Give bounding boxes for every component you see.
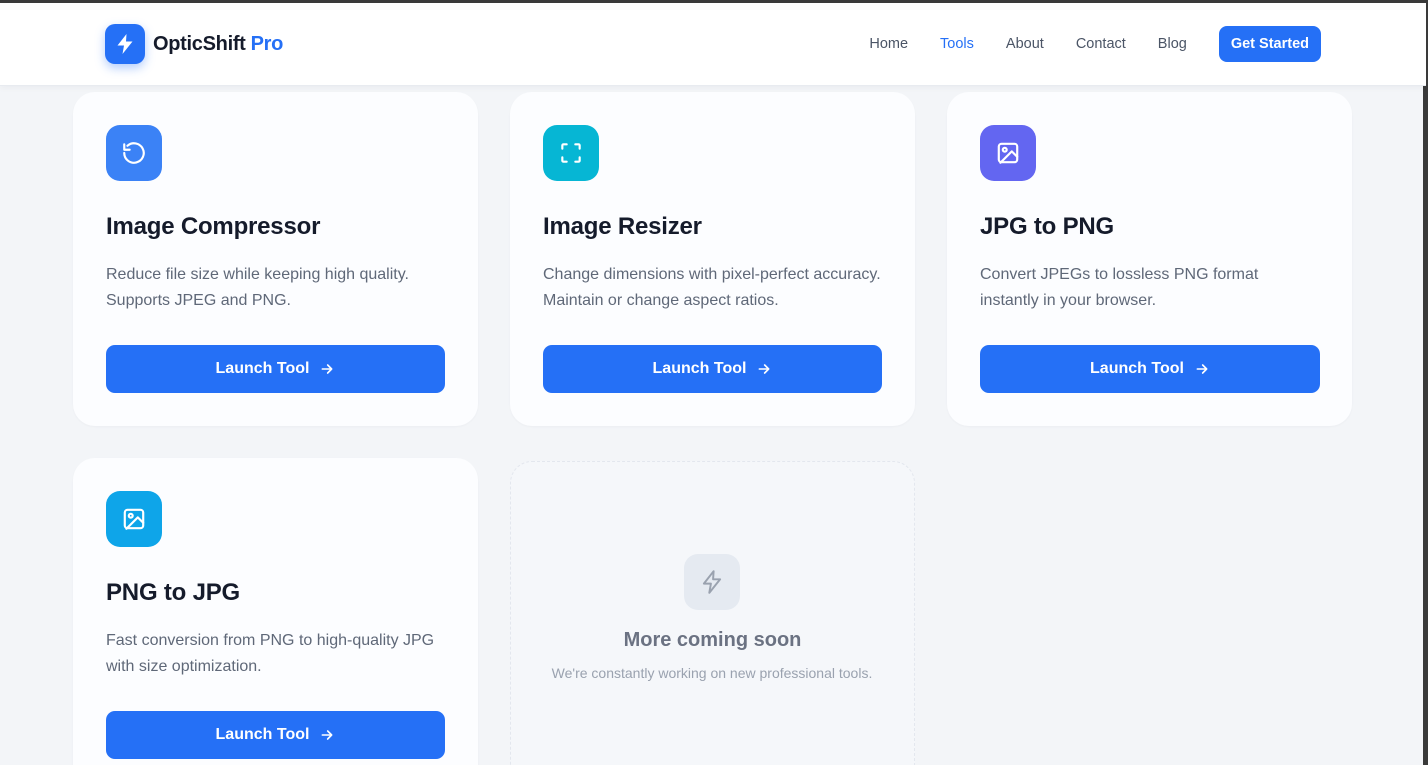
tool-description: Reduce file size while keeping high qual… xyxy=(106,266,409,309)
nav-about[interactable]: About xyxy=(1006,36,1044,52)
launch-tool-button[interactable]: Launch Tool xyxy=(543,345,882,393)
tool-card-image-resizer: Image Resizer Change dimensions with pix… xyxy=(510,92,915,426)
refresh-icon xyxy=(106,125,162,181)
nav-blog[interactable]: Blog xyxy=(1158,36,1187,52)
arrow-right-icon xyxy=(319,727,335,743)
tool-title: Image Resizer xyxy=(543,213,702,240)
tool-card-jpg-to-png: JPG to PNG Convert JPEGs to lossless PNG… xyxy=(947,92,1352,426)
coming-soon-card: More coming soon We're constantly workin… xyxy=(510,461,915,765)
nav-tools[interactable]: Tools xyxy=(940,36,974,52)
scrollbar[interactable] xyxy=(1423,3,1426,765)
nav-contact[interactable]: Contact xyxy=(1076,36,1126,52)
brand-name-text: OpticShift xyxy=(153,32,246,55)
tool-card-png-to-jpg: PNG to JPG Fast conversion from PNG to h… xyxy=(73,458,478,765)
tool-title: JPG to PNG xyxy=(980,213,1115,240)
tool-title: PNG to JPG xyxy=(106,579,241,606)
top-navbar: OpticShift Pro Home Tools About Contact B… xyxy=(0,3,1426,86)
launch-tool-button[interactable]: Launch Tool xyxy=(106,345,445,393)
get-started-button[interactable]: Get Started xyxy=(1218,26,1321,62)
tool-description: Fast conversion from PNG to high-quality… xyxy=(106,632,435,675)
coming-soon-title: More coming soon xyxy=(623,629,802,651)
coming-soon-description: We're constantly working on new professi… xyxy=(551,665,873,681)
resize-frame-icon xyxy=(543,125,599,181)
page: OpticShift Pro Home Tools About Contact B… xyxy=(0,0,1428,765)
image-icon xyxy=(980,125,1036,181)
nav-home[interactable]: Home xyxy=(869,36,908,52)
tool-description: Convert JPEGs to lossless PNG format ins… xyxy=(980,266,1259,309)
launch-tool-label: Launch Tool xyxy=(1090,360,1184,377)
launch-tool-label: Launch Tool xyxy=(652,360,747,377)
arrow-right-icon xyxy=(1194,361,1210,377)
launch-tool-label: Launch Tool xyxy=(215,726,310,743)
brand-name: OpticShift Pro xyxy=(153,33,283,56)
lightning-bolt-icon xyxy=(684,554,740,610)
tool-title: Image Compressor xyxy=(106,213,321,240)
brand-accent: Pro xyxy=(250,32,284,55)
main-nav: Home Tools About Contact Blog Get Starte… xyxy=(837,26,1321,62)
arrow-right-icon xyxy=(319,361,335,377)
arrow-right-icon xyxy=(756,361,772,377)
brand[interactable]: OpticShift Pro xyxy=(105,24,283,64)
launch-tool-button[interactable]: Launch Tool xyxy=(980,345,1320,393)
image-icon xyxy=(106,491,162,547)
tool-description: Change dimensions with pixel-perfect acc… xyxy=(543,266,881,309)
lightning-bolt-icon xyxy=(105,24,145,64)
tool-card-image-compressor: Image Compressor Reduce file size while … xyxy=(73,92,478,426)
launch-tool-label: Launch Tool xyxy=(215,360,310,377)
launch-tool-button[interactable]: Launch Tool xyxy=(106,711,445,759)
